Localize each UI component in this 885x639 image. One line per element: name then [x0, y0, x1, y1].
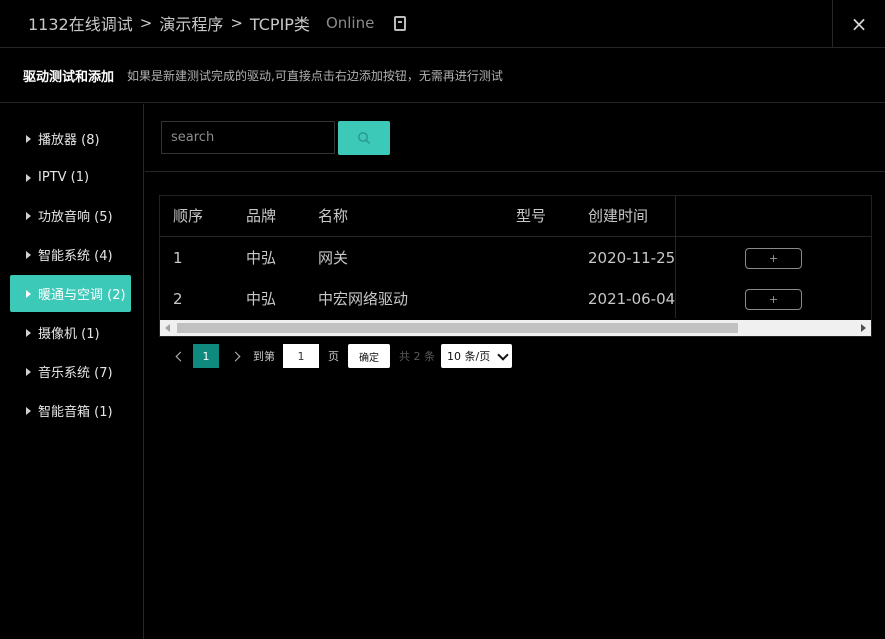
next-page-button[interactable] — [230, 344, 240, 368]
breadcrumb-item-project[interactable]: 1132在线调试 — [28, 11, 133, 35]
caret-right-icon — [26, 250, 31, 259]
column-header-order: 顺序 — [173, 207, 204, 225]
search-icon — [358, 132, 371, 145]
sidebar-item-music-system[interactable]: 音乐系统 (7) — [10, 353, 131, 390]
driver-table: 顺序 品牌 名称 型号 创建时间 1 中弘 网关 2020-11-25 1 2 … — [159, 195, 872, 337]
section-title: 驱动测试和添加 — [23, 70, 115, 85]
column-header-name: 名称 — [318, 207, 349, 225]
sidebar-item-player[interactable]: 播放器 (8) — [10, 120, 131, 157]
caret-right-icon — [26, 406, 31, 415]
header: 1132在线调试 > 演示程序 > TCPIP类 Online × — [0, 0, 885, 48]
breadcrumb-item-program[interactable]: 演示程序 — [159, 11, 223, 35]
sidebar-item-label: 播放器 (8) — [38, 133, 100, 148]
sidebar-item-label: IPTV (1) — [38, 170, 90, 185]
sidebar-item-label: 摄像机 (1) — [38, 327, 100, 342]
caret-right-icon — [26, 367, 31, 376]
breadcrumb-item-category[interactable]: TCPIP类 — [250, 11, 310, 35]
sidebar-item-smart-speaker[interactable]: 智能音箱 (1) — [10, 392, 131, 429]
scrollbar-thumb[interactable] — [177, 323, 738, 333]
close-button[interactable]: × — [832, 0, 885, 47]
search-bar — [145, 104, 885, 172]
device-icon[interactable] — [394, 15, 407, 31]
online-status: Online — [325, 14, 375, 32]
caret-right-icon — [26, 134, 31, 143]
goto-label: 到第 — [253, 350, 275, 363]
column-header-created: 创建时间 — [588, 207, 649, 225]
prev-page-button[interactable] — [175, 344, 185, 368]
sidebar-item-amplifier[interactable]: 功放音响 (5) — [10, 197, 131, 234]
page-number-1[interactable]: 1 — [193, 344, 219, 368]
sidebar-item-label: 智能系统 (4) — [38, 249, 113, 264]
sidebar-item-hvac[interactable]: 暖通与空调 (2) — [10, 275, 131, 312]
column-header-model: 型号 — [516, 207, 547, 225]
action-column: + + — [675, 196, 871, 318]
action-column-header — [676, 196, 871, 237]
search-input[interactable] — [161, 121, 335, 154]
add-driver-button[interactable]: + — [745, 289, 802, 310]
page-unit-label: 页 — [328, 350, 339, 363]
sidebar-item-smart-system[interactable]: 智能系统 (4) — [10, 236, 131, 273]
cell-brand: 中弘 — [246, 249, 277, 267]
caret-right-icon — [26, 328, 31, 337]
subheader: 驱动测试和添加 如果是新建测试完成的驱动,可直接点击右边添加按钮，无需再进行测试 — [0, 49, 885, 103]
sidebar-item-camera[interactable]: 摄像机 (1) — [10, 314, 131, 351]
section-hint: 如果是新建测试完成的驱动,可直接点击右边添加按钮，无需再进行测试 — [127, 69, 503, 83]
cell-order: 2 — [173, 290, 183, 308]
sidebar-item-label: 智能音箱 (1) — [38, 405, 113, 420]
sidebar-item-iptv[interactable]: IPTV (1) — [10, 159, 131, 196]
cell-order: 1 — [173, 249, 183, 267]
total-count: 共 2 条 — [399, 350, 435, 363]
chevron-down-icon — [497, 349, 509, 361]
caret-right-icon — [26, 289, 31, 298]
category-sidebar: 播放器 (8) IPTV (1) 功放音响 (5) 智能系统 (4) 暖通与空调… — [0, 104, 144, 639]
add-driver-button[interactable]: + — [745, 248, 802, 269]
sidebar-item-label: 音乐系统 (7) — [38, 366, 113, 381]
sidebar-item-label: 暖通与空调 (2) — [38, 288, 126, 303]
chevron-right-icon — [230, 351, 240, 361]
breadcrumb-separator: > — [230, 14, 243, 32]
breadcrumb: 1132在线调试 > 演示程序 > TCPIP类 Online — [28, 0, 407, 46]
chevron-left-icon — [175, 351, 185, 361]
close-icon: × — [850, 11, 868, 36]
sidebar-item-label: 功放音响 (5) — [38, 210, 113, 225]
cell-name: 中宏网络驱动 — [318, 290, 409, 308]
scroll-left-icon[interactable] — [165, 324, 170, 332]
pagination: 1 到第 页 确定 共 2 条 10 条/页 — [159, 344, 872, 368]
search-button[interactable] — [338, 121, 390, 155]
cell-created: 2021-06-04 — [588, 290, 676, 308]
goto-page-input[interactable] — [283, 344, 319, 368]
column-header-brand: 品牌 — [246, 207, 277, 225]
scroll-right-icon[interactable] — [861, 324, 866, 332]
cell-name: 网关 — [318, 249, 349, 267]
caret-right-icon — [26, 173, 31, 182]
cell-brand: 中弘 — [246, 290, 277, 308]
page-size-select[interactable]: 10 条/页 — [441, 344, 512, 368]
caret-right-icon — [26, 211, 31, 220]
horizontal-scrollbar[interactable] — [160, 320, 871, 336]
page-size-value: 10 条/页 — [447, 350, 491, 363]
breadcrumb-separator: > — [139, 14, 153, 32]
confirm-button[interactable]: 确定 — [348, 344, 390, 368]
